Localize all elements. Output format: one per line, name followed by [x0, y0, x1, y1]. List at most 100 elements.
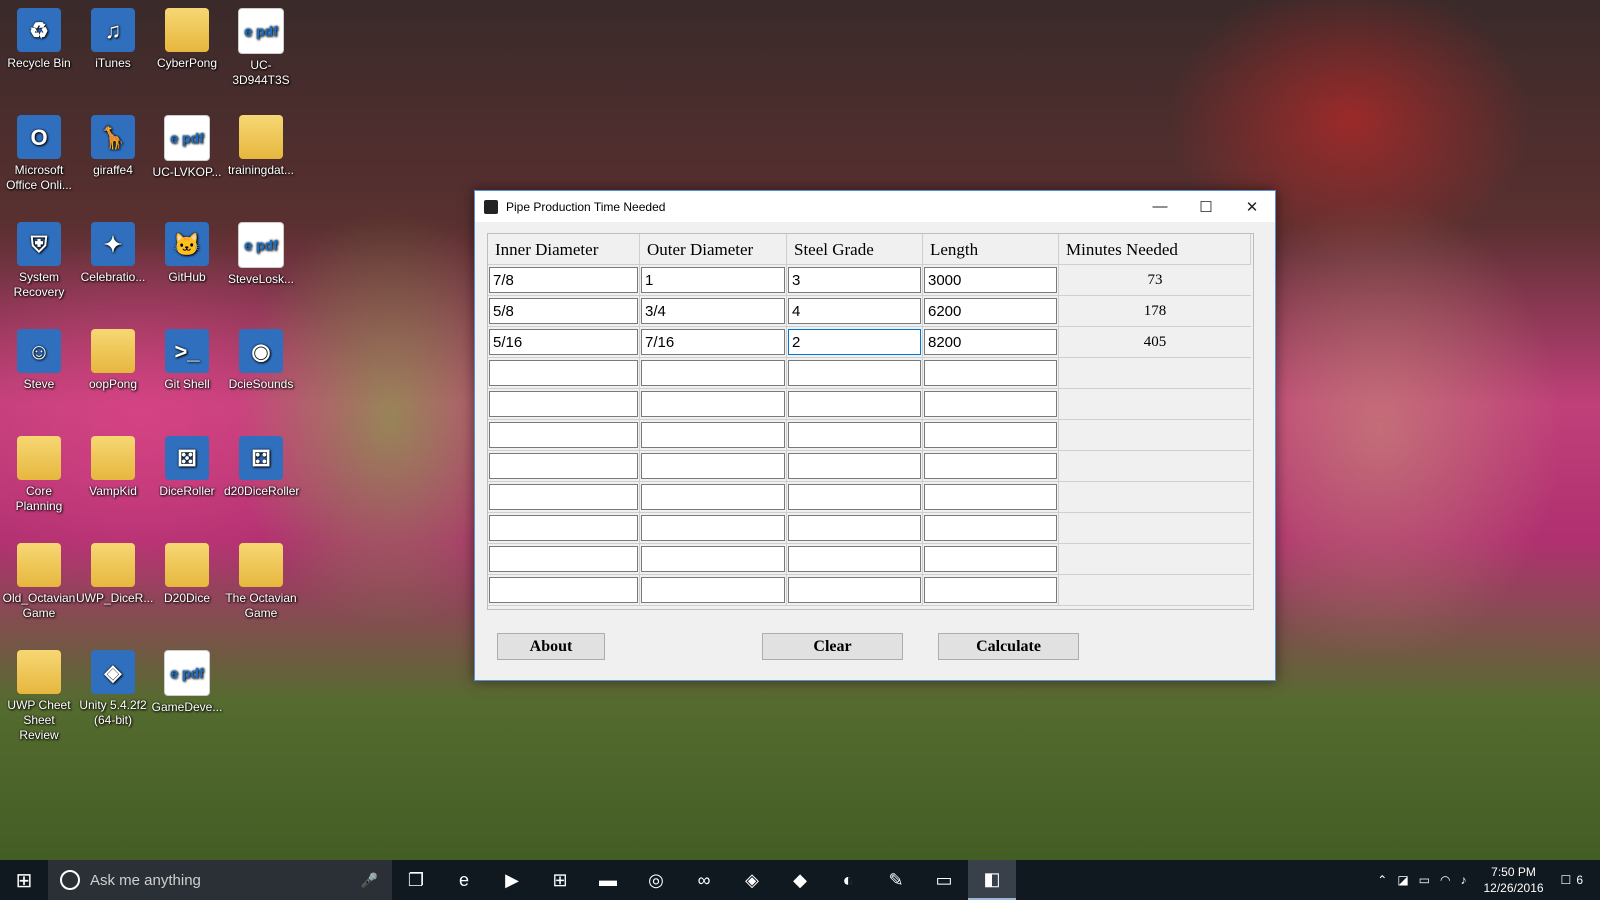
length-input[interactable] [924, 329, 1057, 355]
action-center-icon[interactable]: ☐ 6 [1561, 873, 1588, 887]
steel-grade-input[interactable] [788, 391, 921, 417]
file-explorer-icon[interactable]: ▬ [584, 860, 632, 900]
inner-diameter-input[interactable] [489, 329, 638, 355]
length-input[interactable] [924, 515, 1057, 541]
about-button[interactable]: About [497, 633, 605, 660]
clock[interactable]: 7:50 PM 12/26/2016 [1483, 864, 1543, 896]
desktop-icon[interactable]: oopPong [76, 329, 150, 392]
desktop-icon[interactable]: e pdf GameDeve... [150, 650, 224, 715]
desktop-icon[interactable]: ♫ iTunes [76, 8, 150, 71]
chrome-icon[interactable]: ◎ [632, 860, 680, 900]
outer-diameter-input[interactable] [641, 267, 785, 293]
desktop-icon[interactable]: VampKid [76, 436, 150, 499]
steel-grade-input[interactable] [788, 577, 921, 603]
steel-grade-input[interactable] [788, 267, 921, 293]
desktop-icon[interactable]: CyberPong [150, 8, 224, 71]
desktop-icon[interactable]: e pdf SteveLosk... [224, 222, 298, 287]
outer-diameter-input[interactable] [641, 422, 785, 448]
outer-diameter-input[interactable] [641, 329, 785, 355]
store-icon[interactable]: ⊞ [536, 860, 584, 900]
title-bar[interactable]: Pipe Production Time Needed — ☐ ✕ [475, 191, 1275, 222]
desktop-icon[interactable]: UWP Cheet Sheet Review [2, 650, 76, 743]
desktop-icon[interactable]: ⚃ d20DiceRoller [224, 436, 299, 499]
edge-icon[interactable]: e [440, 860, 488, 900]
inner-diameter-input[interactable] [489, 453, 638, 479]
git-icon[interactable]: ◆ [776, 860, 824, 900]
steel-grade-input[interactable] [788, 484, 921, 510]
desktop-icon[interactable]: ☺ Steve [2, 329, 76, 392]
length-input[interactable] [924, 546, 1057, 572]
inner-diameter-input[interactable] [489, 267, 638, 293]
cortana-search-box[interactable]: Ask me anything 🎤 [48, 860, 392, 900]
steel-grade-input[interactable] [788, 422, 921, 448]
acrobat-tray-icon[interactable]: ◪ [1397, 873, 1408, 887]
desktop-icon[interactable]: Old_Octavian Game [2, 543, 76, 621]
desktop-icon[interactable]: ◉ DcieSounds [224, 329, 298, 392]
maximize-button[interactable]: ☐ [1183, 191, 1229, 222]
steel-grade-input[interactable] [788, 329, 921, 355]
length-input[interactable] [924, 298, 1057, 324]
inner-diameter-input[interactable] [489, 422, 638, 448]
media-player-icon[interactable]: ▶ [488, 860, 536, 900]
desktop-icon[interactable]: O Microsoft Office Onli... [2, 115, 76, 193]
desktop-icon[interactable]: ◈ Unity 5.4.2f2 (64-bit) [76, 650, 150, 728]
unity-icon[interactable]: ◈ [728, 860, 776, 900]
battery-icon[interactable]: ▭ [1419, 873, 1430, 887]
outer-diameter-input[interactable] [641, 391, 785, 417]
desktop-icon[interactable]: ✦ Celebratio... [76, 222, 150, 285]
steel-grade-input[interactable] [788, 515, 921, 541]
outer-diameter-input[interactable] [641, 453, 785, 479]
steel-grade-input[interactable] [788, 360, 921, 386]
desktop-icon[interactable]: 🦒 giraffe4 [76, 115, 150, 178]
task-view-icon[interactable]: ❐ [392, 860, 440, 900]
start-button[interactable]: ⊞ [0, 860, 48, 900]
desktop-icon[interactable]: The Octavian Game [224, 543, 298, 621]
outer-diameter-input[interactable] [641, 360, 785, 386]
inner-diameter-input[interactable] [489, 484, 638, 510]
show-hidden-icons-icon[interactable]: ⌃ [1377, 873, 1387, 887]
length-input[interactable] [924, 453, 1057, 479]
inner-diameter-input[interactable] [489, 298, 638, 324]
github-icon[interactable]: ◐ [824, 860, 872, 900]
microphone-icon[interactable]: 🎤 [361, 872, 378, 889]
calculate-button[interactable]: Calculate [938, 633, 1079, 660]
steel-grade-input[interactable] [788, 298, 921, 324]
length-input[interactable] [924, 360, 1057, 386]
length-input[interactable] [924, 267, 1057, 293]
outer-diameter-input[interactable] [641, 515, 785, 541]
inner-diameter-input[interactable] [489, 515, 638, 541]
clear-button[interactable]: Clear [762, 633, 903, 660]
outer-diameter-input[interactable] [641, 298, 785, 324]
desktop-icon[interactable]: >_ Git Shell [150, 329, 224, 392]
desktop-icon[interactable]: Core Planning [2, 436, 76, 514]
desktop-icon[interactable]: ⚄ DiceRoller [150, 436, 224, 499]
paint-icon[interactable]: ✎ [872, 860, 920, 900]
length-input[interactable] [924, 391, 1057, 417]
length-input[interactable] [924, 484, 1057, 510]
inner-diameter-input[interactable] [489, 391, 638, 417]
desktop-icon[interactable]: 🐱 GitHub [150, 222, 224, 285]
app-icon[interactable]: ▭ [920, 860, 968, 900]
outer-diameter-input[interactable] [641, 546, 785, 572]
desktop-icon[interactable]: trainingdat... [224, 115, 298, 178]
desktop-icon[interactable]: D20Dice [150, 543, 224, 606]
desktop-icon[interactable]: ♻ Recycle Bin [2, 8, 76, 71]
close-button[interactable]: ✕ [1229, 191, 1275, 222]
minimize-button[interactable]: — [1137, 191, 1183, 222]
visual-studio-icon[interactable]: ∞ [680, 860, 728, 900]
wifi-icon[interactable]: ◠ [1440, 873, 1450, 887]
desktop-icon[interactable]: UWP_DiceR... [76, 543, 153, 606]
desktop-icon[interactable]: e pdf UC-3D944T3S [224, 8, 298, 88]
inner-diameter-input[interactable] [489, 360, 638, 386]
length-input[interactable] [924, 422, 1057, 448]
outer-diameter-input[interactable] [641, 484, 785, 510]
outer-diameter-input[interactable] [641, 577, 785, 603]
desktop-icon[interactable]: ⛨ System Recovery [2, 222, 76, 300]
volume-icon[interactable]: ♪ [1460, 873, 1466, 887]
steel-grade-input[interactable] [788, 453, 921, 479]
inner-diameter-input[interactable] [489, 577, 638, 603]
length-input[interactable] [924, 577, 1057, 603]
steel-grade-input[interactable] [788, 546, 921, 572]
pipe-app-icon[interactable]: ◧ [968, 860, 1016, 900]
inner-diameter-input[interactable] [489, 546, 638, 572]
